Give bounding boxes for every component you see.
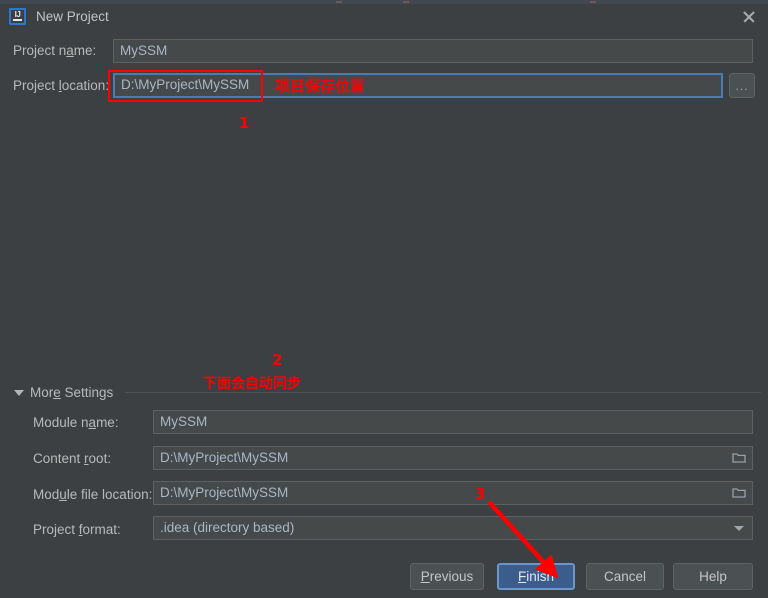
more-settings-label: More Settings: [30, 385, 114, 400]
project-location-label: Project location:: [13, 78, 110, 93]
folder-icon[interactable]: [732, 452, 746, 463]
module-file-location-input[interactable]: D:\MyProject\MySSM: [153, 481, 753, 505]
project-format-label: Project format:: [33, 522, 121, 537]
project-format-select[interactable]: .idea (directory based): [153, 516, 753, 540]
annotation-text-2: 下面会自动同步: [203, 376, 301, 392]
project-name-label: Project name:: [13, 43, 97, 58]
chevron-down-icon: [14, 390, 24, 396]
annotation-number-1: 1: [239, 114, 250, 132]
project-name-input[interactable]: MySSM: [113, 39, 753, 63]
folder-icon[interactable]: [732, 487, 746, 498]
module-name-label: Module name:: [33, 415, 119, 430]
project-location-input[interactable]: D:\MyProject\MySSM: [113, 73, 723, 98]
previous-button[interactable]: Previous: [410, 563, 484, 590]
finish-button[interactable]: Finish: [497, 563, 575, 590]
close-icon[interactable]: [740, 8, 758, 26]
annotation-number-2: 2: [272, 351, 283, 369]
intellij-idea-icon: IJ: [9, 8, 26, 25]
dialog-title: New Project: [36, 9, 109, 24]
cancel-button[interactable]: Cancel: [586, 563, 664, 590]
help-button[interactable]: Help: [673, 563, 753, 590]
chevron-down-icon: [734, 526, 744, 531]
content-root-label: Content root:: [33, 451, 112, 466]
module-name-input[interactable]: MySSM: [153, 410, 753, 434]
new-project-dialog: IJ New Project Project name: MySSM Proje…: [0, 0, 768, 598]
dialog-titlebar: IJ New Project: [0, 4, 768, 32]
content-root-input[interactable]: D:\MyProject\MySSM: [153, 446, 753, 470]
browse-ellipsis-button[interactable]: ...: [729, 73, 755, 98]
module-file-location-label: Module file location:: [33, 487, 153, 502]
more-settings-separator: [125, 392, 761, 393]
